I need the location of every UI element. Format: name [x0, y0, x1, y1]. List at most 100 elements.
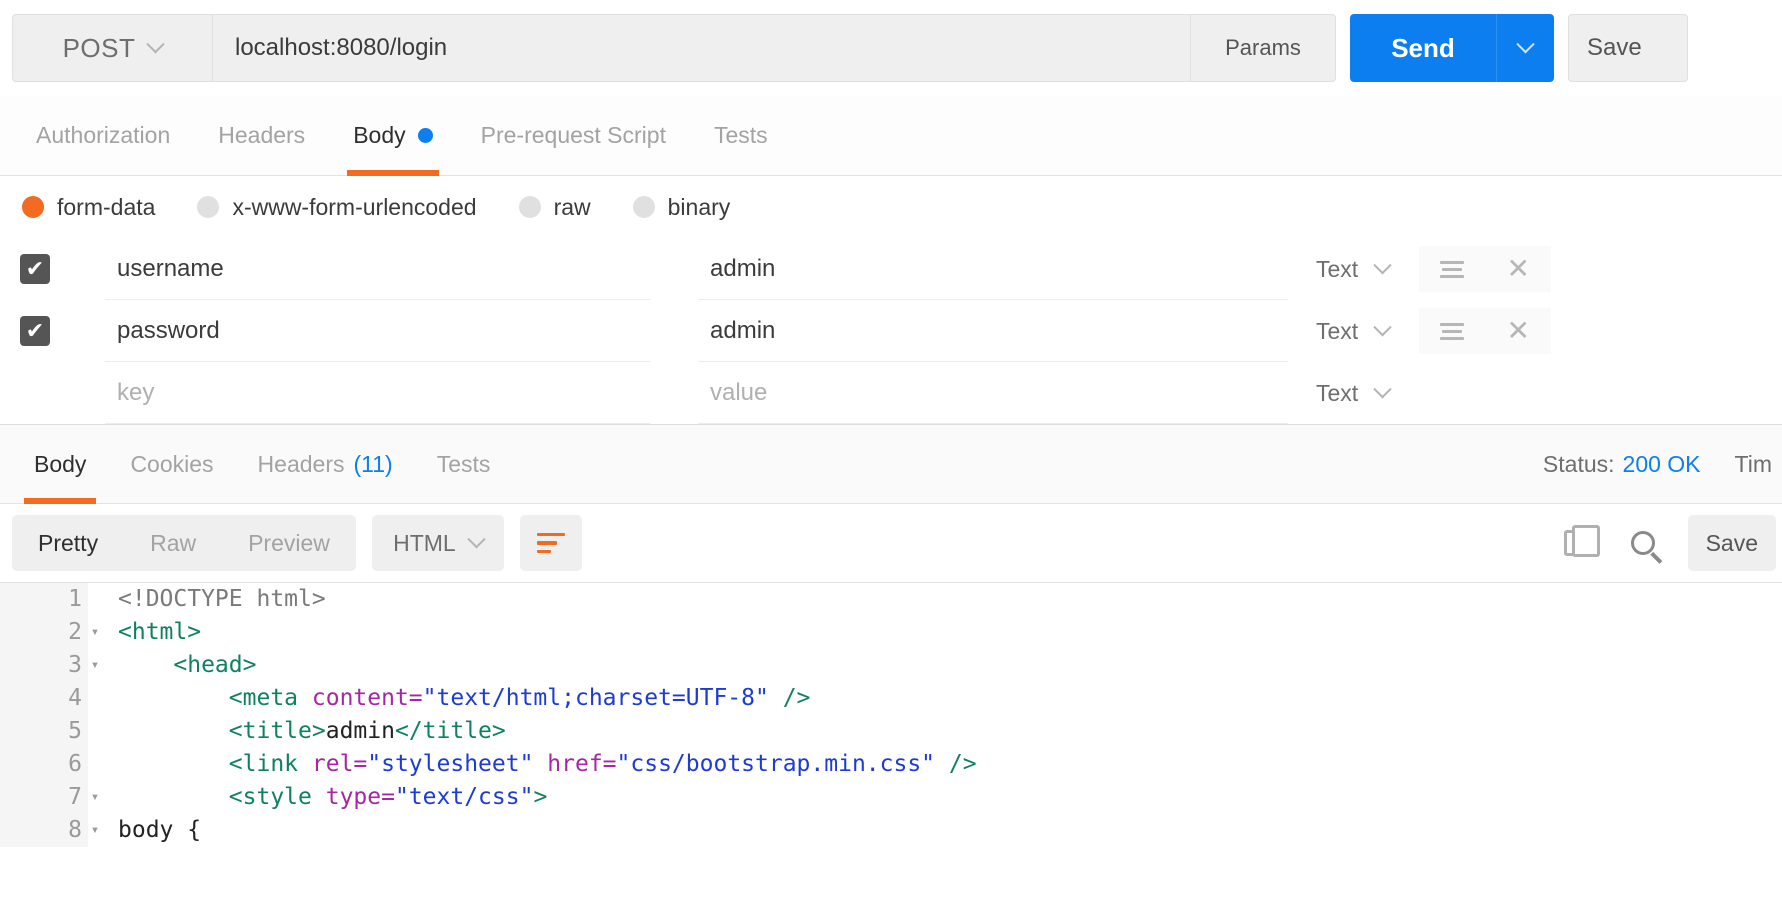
row-type-selector[interactable]: Text	[1316, 380, 1392, 407]
send-button[interactable]: Send	[1350, 14, 1496, 82]
row-checkbox[interactable]	[20, 378, 50, 408]
tab-authorization[interactable]: Authorization	[12, 96, 194, 176]
hamburger-icon	[1440, 319, 1465, 344]
response-tab-body[interactable]: Body	[12, 424, 108, 504]
response-meta: Status: 200 OK Tim	[1543, 424, 1782, 504]
code-token-attr: type=	[325, 784, 395, 810]
response-tab-cookies[interactable]: Cookies	[108, 424, 235, 504]
http-method-selector[interactable]: POST	[12, 14, 212, 82]
request-url-input[interactable]: localhost:8080/login	[212, 14, 1190, 82]
request-url-bar: POST localhost:8080/login Params Send Sa…	[0, 0, 1782, 96]
body-modified-dot-icon	[417, 128, 433, 143]
row-type-selector[interactable]: Text	[1316, 255, 1392, 283]
tab-label: Body	[34, 450, 87, 477]
row-checkbox[interactable]: ✔	[20, 316, 50, 346]
word-wrap-icon	[536, 528, 565, 559]
body-type-binary[interactable]: binary	[632, 193, 731, 221]
code-fold-icon[interactable]: ▾	[88, 814, 102, 847]
code-token-txt: admin	[325, 718, 395, 744]
line-number: 8 ▾	[0, 814, 99, 847]
language-label: HTML	[393, 529, 456, 556]
code-token-txt: body {	[118, 817, 202, 843]
search-button[interactable]	[1620, 520, 1666, 566]
code-token-str: "stylesheet"	[367, 751, 534, 777]
tab-pre-request-script[interactable]: Pre-request Script	[457, 96, 690, 176]
body-type-urlencoded[interactable]: x-www-form-urlencoded	[197, 193, 477, 221]
row-value-input[interactable]: admin	[698, 300, 1288, 362]
tab-label: Tests	[713, 122, 768, 148]
code-line: 3 ▾ <head>	[0, 649, 1782, 682]
tab-label: Pre-request Script	[480, 122, 666, 148]
close-icon: ✕	[1506, 253, 1530, 284]
code-token-tag: />	[768, 685, 811, 711]
chevron-down-icon	[1373, 255, 1392, 274]
code-token-tag: >	[533, 784, 548, 810]
code-text: <title>admin</title>	[88, 715, 506, 748]
row-key-input[interactable]: key	[105, 362, 650, 424]
params-button[interactable]: Params	[1190, 14, 1336, 82]
tab-body[interactable]: Body	[329, 96, 456, 176]
code-text: <meta content="text/html;charset=UTF-8" …	[88, 682, 811, 715]
word-wrap-button[interactable]	[519, 515, 582, 571]
view-mode-pretty[interactable]: Pretty	[12, 515, 124, 571]
row-key-input[interactable]: password	[105, 300, 650, 362]
row-value-input[interactable]: admin	[698, 238, 1288, 300]
radio-icon	[518, 196, 541, 218]
search-icon	[1630, 531, 1655, 555]
code-token-tag: </title>	[394, 718, 506, 744]
row-menu-button[interactable]	[1419, 308, 1486, 354]
row-type-selector[interactable]: Text	[1316, 317, 1392, 345]
code-line: 4 <meta content="text/html;charset=UTF-8…	[0, 682, 1782, 715]
view-mode-preview[interactable]: Preview	[222, 515, 356, 571]
row-value-input[interactable]: value	[698, 362, 1288, 424]
code-fold-icon[interactable]: ▾	[88, 781, 102, 814]
code-token-tag: <link	[228, 751, 312, 777]
code-fold-icon[interactable]: ▾	[88, 649, 102, 682]
code-line: 7 ▾ <style type="text/css">	[0, 781, 1782, 814]
response-tab-headers[interactable]: Headers (11)	[236, 424, 415, 504]
response-code-editor[interactable]: 1 <!DOCTYPE html> 2 ▾ <html> 3 ▾ <head> 4 <meta…	[0, 582, 1782, 904]
body-type-radio-group: form-data x-www-form-urlencoded raw bina…	[0, 176, 1782, 238]
http-method-label: POST	[62, 32, 136, 63]
chevron-down-icon	[1373, 317, 1392, 336]
code-lines: 1 <!DOCTYPE html> 2 ▾ <html> 3 ▾ <head> 4 <meta…	[0, 583, 1782, 847]
tab-label: Cookies	[130, 450, 214, 477]
body-type-form-data[interactable]: form-data	[22, 194, 155, 221]
time-label: Tim	[1734, 450, 1772, 477]
code-fold-icon[interactable]: ▾	[88, 616, 102, 649]
response-format-toolbar: Pretty Raw Preview HTML	[0, 504, 1782, 582]
save-response-button[interactable]: Save	[1687, 515, 1776, 571]
code-token-attr: href=	[547, 751, 617, 777]
code-token-tag: <head>	[173, 652, 257, 678]
send-options-button[interactable]	[1496, 14, 1554, 82]
tab-headers[interactable]: Headers	[194, 96, 329, 176]
tab-tests[interactable]: Tests	[690, 96, 792, 176]
body-type-raw[interactable]: raw	[518, 193, 591, 221]
form-data-table: ✔ username admin Text ✕ ✔ password admin…	[0, 238, 1782, 424]
save-request-button[interactable]: Save	[1568, 14, 1688, 82]
radio-label: x-www-form-urlencoded	[232, 193, 477, 220]
radio-icon	[197, 196, 220, 218]
tab-label: Tests	[436, 450, 491, 477]
chevron-down-icon	[467, 529, 486, 548]
language-selector[interactable]: HTML	[371, 515, 504, 571]
row-delete-button[interactable]: ✕	[1485, 246, 1552, 292]
radio-label: binary	[667, 193, 731, 220]
row-menu-button[interactable]	[1419, 246, 1486, 292]
code-line: 5 <title>admin</title>	[0, 715, 1782, 748]
code-text: <style type="text/css">	[88, 781, 548, 814]
table-row: key value Text	[0, 362, 1782, 424]
hamburger-icon	[1440, 257, 1465, 282]
send-button-group: Send	[1350, 14, 1554, 82]
row-key-input[interactable]: username	[105, 238, 650, 300]
radio-label: raw	[553, 193, 591, 220]
response-tab-tests[interactable]: Tests	[415, 424, 513, 504]
view-mode-raw[interactable]: Raw	[124, 515, 222, 571]
row-type-label: Text	[1316, 317, 1359, 344]
row-checkbox[interactable]: ✔	[20, 254, 50, 284]
row-delete-button[interactable]: ✕	[1485, 308, 1552, 354]
copy-button[interactable]	[1552, 520, 1600, 566]
line-number: 5	[0, 715, 88, 748]
